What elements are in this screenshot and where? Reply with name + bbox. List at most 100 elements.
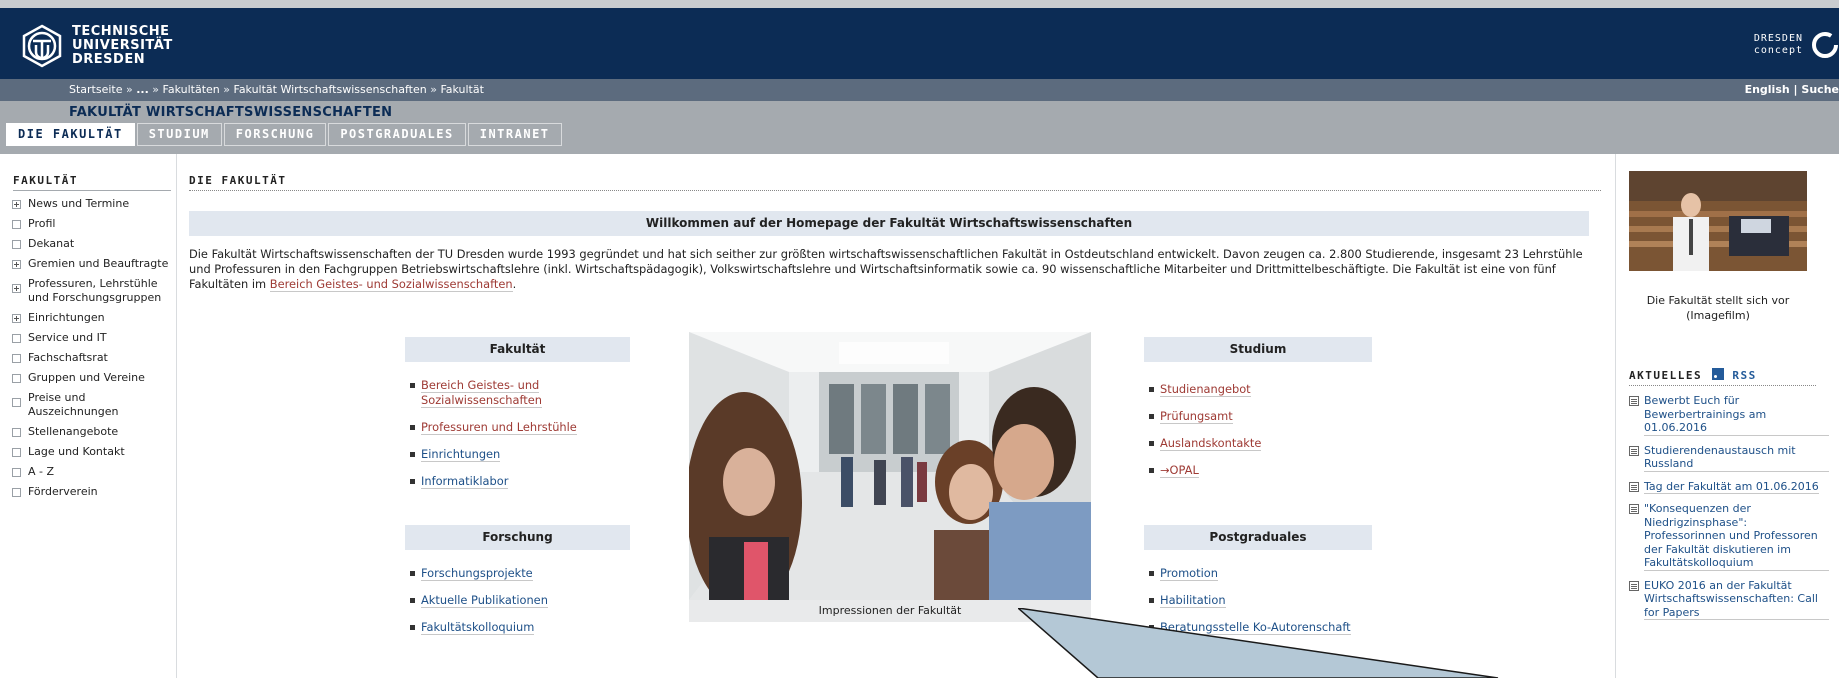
sidebar-item-label: Lage und Kontakt: [28, 445, 125, 458]
news-link[interactable]: Tag der Fakultät am 01.06.2016: [1644, 480, 1819, 494]
welcome-banner: Willkommen auf der Homepage der Fakultät…: [189, 211, 1589, 236]
tab-intranet[interactable]: INTRANET: [467, 123, 562, 146]
sidebar-item-einrichtungen[interactable]: Einrichtungen: [0, 311, 176, 325]
list-item: Aktuelle Publikationen: [410, 593, 630, 608]
sidebar-item-label: Dekanat: [28, 237, 75, 250]
intro-end: .: [512, 277, 517, 291]
link-bereich[interactable]: Bereich Geistes- und Sozialwissenschafte…: [421, 378, 542, 408]
breadcrumb-ellipsis[interactable]: ...: [136, 83, 149, 96]
news-list: Bewerbt Euch für Bewerbertrainings am 01…: [1629, 394, 1829, 628]
dresden-concept-logo[interactable]: DRESDEN concept: [1754, 30, 1839, 60]
browser-top-strip: [0, 0, 1839, 8]
news-link[interactable]: "Konsequenzen der Niedrigzinsphase": Pro…: [1644, 502, 1829, 571]
link-publikationen[interactable]: Aktuelle Publikationen: [421, 593, 548, 608]
list-item: Informatiklabor: [410, 474, 630, 489]
box-title: Forschung: [405, 525, 630, 550]
link-pruefungsamt[interactable]: Prüfungsamt: [1160, 409, 1233, 424]
link-forschungsprojekte[interactable]: Forschungsprojekte: [421, 566, 533, 581]
concept-line: concept: [1753, 45, 1803, 56]
expand-plus-icon: [12, 200, 21, 209]
sidebar-item-service[interactable]: Service und IT: [0, 331, 176, 345]
sidebar-item-gruppen[interactable]: Gruppen und Vereine: [0, 371, 176, 385]
list-item: →OPAL: [1149, 463, 1372, 478]
breadcrumb-separator: »: [126, 83, 133, 96]
sidebar-item-label: Preise und Auszeichnungen: [28, 391, 119, 418]
sidebar-item-stellenangebote[interactable]: Stellenangebote: [0, 425, 176, 439]
news-link[interactable]: Bewerbt Euch für Bewerbertrainings am 01…: [1644, 394, 1829, 436]
breadcrumb-separator: »: [152, 83, 160, 96]
tab-forschung[interactable]: FORSCHUNG: [223, 123, 327, 146]
sidebar-item-gremien[interactable]: Gremien und Beauftragte: [0, 257, 176, 271]
tab-studium[interactable]: STUDIUM: [136, 123, 222, 146]
checkbox-square-icon: [12, 398, 21, 407]
list-item: Studienangebot: [1149, 382, 1372, 397]
sidebar-title: FAKULTÄT: [13, 174, 171, 191]
link-einrichtungen[interactable]: Einrichtungen: [421, 447, 501, 462]
concept-ring-icon: [1812, 32, 1838, 58]
list-item: Bewerbt Euch für Bewerbertrainings am 01…: [1629, 394, 1829, 436]
link-professuren[interactable]: Professuren und Lehrstühle: [421, 420, 577, 435]
link-divider: |: [1793, 83, 1798, 96]
sidebar-item-label: Service und IT: [28, 331, 107, 344]
checkbox-square-icon: [12, 428, 21, 437]
link-promotion[interactable]: Promotion: [1160, 566, 1218, 581]
link-kolloquium[interactable]: Fakultätskolloquium: [421, 620, 535, 635]
sidebar-item-profil[interactable]: Profil: [0, 217, 176, 231]
sidebar-item-label: Stellenangebote: [28, 425, 119, 438]
link-opal[interactable]: →OPAL: [1160, 463, 1199, 478]
list-item: EUKO 2016 an der Fakultät Wirtschaftswis…: [1629, 579, 1829, 620]
link-informatiklabor[interactable]: Informatiklabor: [421, 474, 509, 489]
sidebar-item-label: Förderverein: [28, 485, 98, 498]
sidebar-item-news[interactable]: News und Termine: [0, 197, 176, 211]
faculty-photo[interactable]: [689, 332, 1091, 600]
checkbox-square-icon: [12, 468, 21, 477]
search-link[interactable]: Suche: [1801, 83, 1839, 96]
breadcrumb-bar: Startseite » ... » Fakultäten » Fakultät…: [0, 79, 1839, 101]
intro-link-bereich[interactable]: Bereich Geistes- und Sozialwissenschafte…: [269, 277, 513, 292]
logo-wordmark: TECHNISCHE UNIVERSITÄT DRESDEN: [72, 25, 173, 67]
main-tabs: DIE FAKULTÄT STUDIUM FORSCHUNG POSTGRADU…: [6, 123, 564, 146]
expand-plus-icon: [12, 260, 21, 269]
english-link[interactable]: English: [1745, 83, 1790, 96]
rss-link[interactable]: RSS: [1710, 368, 1757, 382]
tab-postgraduales[interactable]: POSTGRADUALES: [328, 123, 466, 146]
lecture-hall-illustration: [1629, 171, 1807, 271]
sidebar-item-preise[interactable]: Preise und Auszeichnungen: [0, 391, 176, 419]
news-document-icon: [1629, 580, 1639, 591]
sidebar-item-foerderverein[interactable]: Förderverein: [0, 485, 176, 499]
box-link-list: Studienangebot Prüfungsamt Auslandskonta…: [1144, 382, 1372, 478]
language-search-links: English | Suche: [1745, 83, 1839, 96]
sidebar-item-a-z[interactable]: A - Z: [0, 465, 176, 479]
link-studienangebot[interactable]: Studienangebot: [1160, 382, 1251, 397]
breadcrumb-separator: »: [223, 83, 230, 96]
sidebar-list: News und Termine Profil Dekanat Gremien …: [0, 197, 176, 499]
rss-label: RSS: [1732, 369, 1757, 382]
checkbox-square-icon: [12, 354, 21, 363]
expand-plus-icon: [12, 284, 21, 293]
sidebar-item-dekanat[interactable]: Dekanat: [0, 237, 176, 251]
page-title: DIE FAKULTÄT: [189, 174, 1601, 191]
tab-die-fakultaet[interactable]: DIE FAKULTÄT: [6, 123, 135, 146]
sidebar-item-professuren[interactable]: Professuren, Lehrstühle und Forschungsgr…: [0, 277, 176, 305]
link-auslandskontakte[interactable]: Auslandskontakte: [1160, 436, 1262, 451]
sidebar-item-label: Gremien und Beauftragte: [28, 257, 169, 270]
breadcrumb-fakultaeten[interactable]: Fakultäten: [163, 83, 220, 96]
news-document-icon: [1629, 396, 1639, 406]
imagefilm-thumbnail[interactable]: [1629, 171, 1807, 271]
breadcrumb: Startseite » ... » Fakultäten » Fakultät…: [69, 83, 484, 96]
logo-line: TECHNISCHE: [72, 24, 170, 39]
checkbox-square-icon: [12, 220, 21, 229]
link-habilitation[interactable]: Habilitation: [1160, 593, 1226, 608]
expand-plus-icon: [12, 314, 21, 323]
list-item: Tag der Fakultät am 01.06.2016: [1629, 480, 1829, 494]
list-item: Prüfungsamt: [1149, 409, 1372, 424]
sidebar-item-fachschaftsrat[interactable]: Fachschaftsrat: [0, 351, 176, 365]
news-link[interactable]: Studierendenaustausch mit Russland: [1644, 444, 1829, 472]
tu-dresden-logo[interactable]: TECHNISCHE UNIVERSITÄT DRESDEN: [20, 24, 173, 68]
aktuelles-heading: AKTUELLES RSS: [1629, 368, 1816, 386]
faculty-title[interactable]: FAKULTÄT WIRTSCHAFTSWISSENSCHAFTEN: [69, 105, 392, 120]
breadcrumb-home[interactable]: Startseite: [69, 83, 123, 96]
sidebar-item-lage[interactable]: Lage und Kontakt: [0, 445, 176, 459]
breadcrumb-wiwi[interactable]: Fakultät Wirtschaftswissenschaften: [234, 83, 427, 96]
news-link[interactable]: EUKO 2016 an der Fakultät Wirtschaftswis…: [1644, 579, 1829, 620]
